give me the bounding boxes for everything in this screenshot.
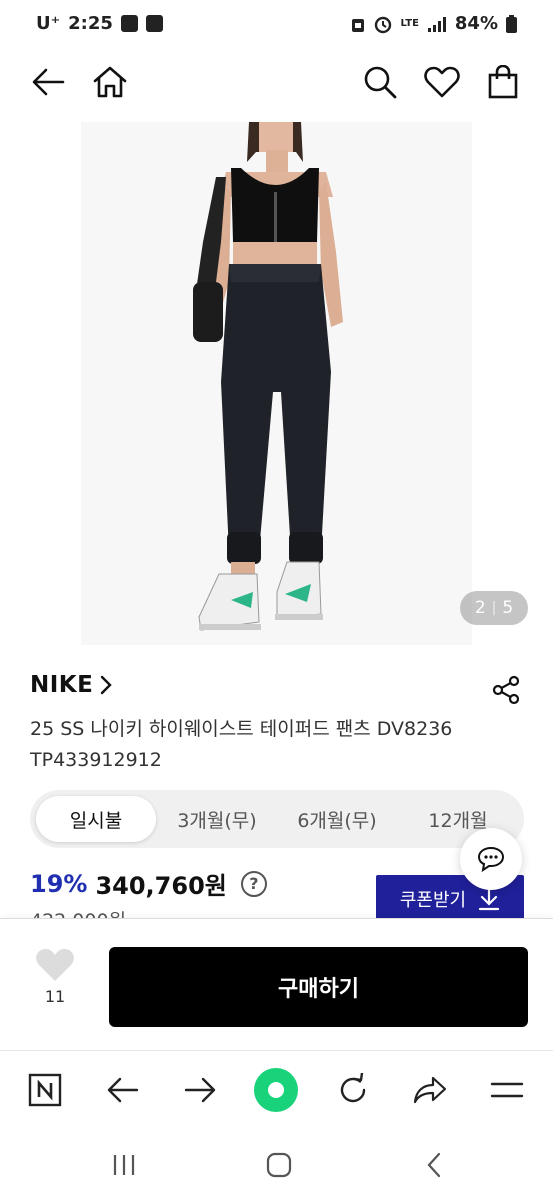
search-icon (364, 66, 397, 99)
gallery-separator: | (491, 600, 497, 616)
app-notification-icon (145, 15, 163, 32)
status-left: U⁺ 2:25 (36, 13, 163, 34)
chevron-right-icon (101, 675, 113, 695)
clock: 2:25 (68, 13, 113, 34)
share-page-button[interactable] (407, 1067, 453, 1113)
product-photo (81, 122, 472, 645)
gallery-current: 2 (474, 598, 486, 618)
home-system-button[interactable] (259, 1148, 299, 1182)
recent-apps-icon (113, 1155, 135, 1175)
chat-bubble-icon (477, 846, 505, 872)
green-dot-button[interactable] (253, 1067, 299, 1113)
home-button[interactable] (88, 60, 132, 104)
gallery-notification-icon (120, 15, 138, 32)
signal-icon (427, 16, 446, 32)
product-image[interactable] (81, 122, 472, 645)
like-count: 11 (44, 987, 66, 1006)
system-navigation (0, 1130, 553, 1200)
buy-button[interactable]: 구매하기 (109, 947, 528, 1027)
gallery-page-indicator: 2 | 5 (460, 591, 528, 625)
browser-back-button[interactable] (100, 1067, 146, 1113)
like-button[interactable]: 11 (22, 947, 88, 1021)
recent-apps-button[interactable] (104, 1148, 144, 1182)
chevron-left-icon (427, 1152, 441, 1178)
purchase-bar: 11 구매하기 (0, 918, 553, 1050)
network-type: LTE (400, 18, 419, 29)
cart-button[interactable] (481, 60, 525, 104)
product-title: 25 SS 나이키 하이웨이스트 테이퍼드 팬츠 DV8236 TP433912… (30, 718, 453, 771)
tab-6-months[interactable]: 6개월(무) (282, 796, 392, 842)
coupon-label: 쿠폰받기 (399, 890, 467, 911)
gallery-total: 5 (502, 598, 514, 618)
discount-rate: 19% (30, 869, 88, 898)
heart-filled-icon (36, 949, 74, 981)
download-icon (479, 887, 500, 911)
back-button[interactable] (26, 60, 70, 104)
arrow-left-icon (32, 68, 65, 96)
wishlist-button[interactable] (420, 60, 464, 104)
arrow-left-icon (107, 1077, 139, 1103)
shopping-bag-icon (488, 65, 518, 99)
tab-3-months[interactable]: 3개월(무) (162, 796, 272, 842)
home-square-icon (266, 1152, 292, 1178)
alarm-icon (374, 16, 391, 33)
browser-forward-button[interactable] (177, 1067, 223, 1113)
system-back-button[interactable] (414, 1148, 454, 1182)
hamburger-menu-icon (490, 1082, 524, 1098)
price-help-icon[interactable]: ? (240, 870, 267, 897)
refresh-icon (340, 1073, 366, 1103)
sale-price: 340,760원 (95, 872, 227, 900)
installment-tabs: 일시불 3개월(무) 6개월(무) 12개월 (30, 790, 524, 848)
battery-percent: 84% (454, 13, 498, 34)
lock-icon (351, 18, 364, 32)
menu-button[interactable] (484, 1067, 530, 1113)
brand-link[interactable]: NIKE (30, 672, 113, 698)
search-button[interactable] (358, 60, 402, 104)
forward-share-icon (413, 1076, 447, 1104)
heart-icon (424, 66, 460, 98)
arrow-right-icon (184, 1077, 216, 1103)
top-nav (0, 50, 553, 112)
share-button[interactable] (486, 672, 526, 708)
browser-toolbar (0, 1050, 553, 1130)
status-right: LTE 84% (351, 13, 517, 34)
home-icon (93, 66, 127, 98)
brand-name: NIKE (30, 672, 94, 698)
share-icon (492, 675, 520, 705)
green-dot-icon (254, 1068, 298, 1112)
refresh-button[interactable] (330, 1067, 376, 1113)
carrier-label: U⁺ (36, 13, 61, 34)
naver-n-icon (28, 1073, 62, 1107)
naver-home-button[interactable] (22, 1067, 68, 1113)
status-bar: U⁺ 2:25 LTE 84% (0, 0, 553, 50)
price-row: 19% 340,760원 ? (30, 866, 267, 901)
chat-button[interactable] (460, 828, 522, 890)
battery-icon (506, 14, 517, 33)
tab-lump-sum[interactable]: 일시불 (36, 796, 156, 842)
